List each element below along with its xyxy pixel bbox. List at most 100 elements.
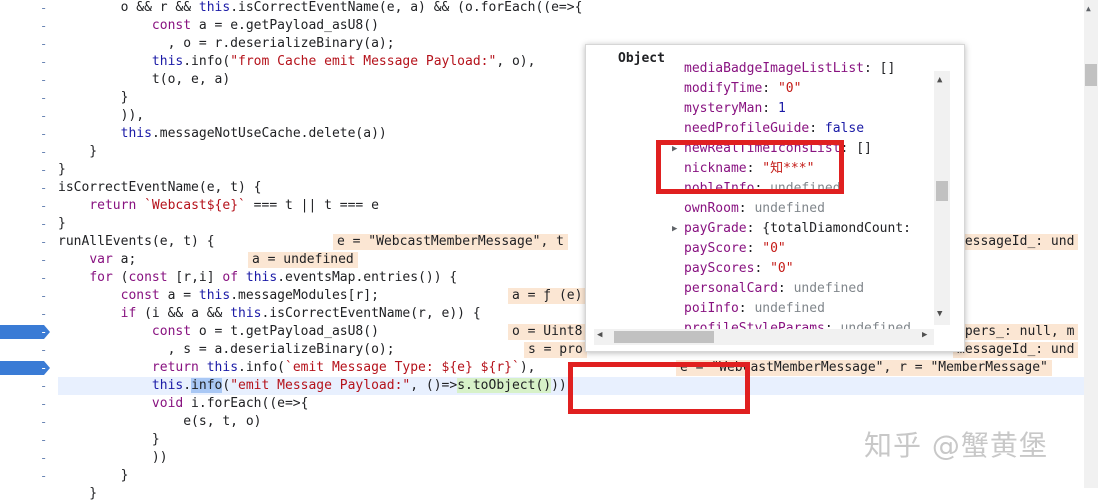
gutter-mark: - (40, 91, 48, 105)
inline-value-annotation: a = undefined (248, 252, 358, 268)
object-property-row[interactable]: ▶ payGrade: {totalDiamondCount: (586, 219, 934, 239)
hovered-expression-highlight: s.toObject() (457, 378, 552, 393)
gutter-line[interactable]: - (0, 0, 56, 17)
popup-vertical-scrollbar[interactable]: ▲ ▼ (934, 71, 950, 325)
gutter-mark: - (40, 55, 48, 69)
gutter-mark: - (40, 451, 48, 465)
gutter-mark: - (40, 343, 48, 357)
property-value: [] (879, 61, 896, 76)
popup-hscroll-thumb[interactable] (614, 331, 714, 343)
gutter-line[interactable]: - (0, 233, 56, 251)
property-key: needProfileGuide: false (684, 121, 865, 136)
object-property-row[interactable]: payScores: "0" (586, 259, 934, 279)
object-property-row[interactable]: mysteryMan: 1 (586, 99, 934, 119)
object-property-row[interactable]: payScore: "0" (586, 239, 934, 259)
gutter-line[interactable]: - (0, 125, 56, 143)
gutter-line[interactable]: - (0, 35, 56, 53)
gutter-mark: - (40, 433, 48, 447)
expand-triangle-icon[interactable]: ▶ (672, 219, 677, 239)
object-property-row[interactable]: personalCard: undefined (586, 279, 934, 299)
gutter-line[interactable]: - (0, 179, 56, 197)
gutter-mark: - (40, 217, 48, 231)
object-property-row[interactable]: modifyTime: "0" (586, 79, 934, 99)
gutter-mark: - (40, 253, 48, 267)
gutter-line[interactable]: - (0, 305, 56, 323)
property-key: payScores: "0" (684, 261, 794, 276)
gutter-line[interactable]: - (0, 251, 56, 269)
property-value: undefined (754, 301, 825, 316)
property-key: mysteryMan: 1 (684, 101, 786, 116)
property-key: personalCard: undefined (684, 281, 865, 296)
gutter-line[interactable]: - (0, 17, 56, 35)
gutter-mark: - (40, 361, 48, 375)
gutter-mark: - (40, 469, 48, 483)
gutter-line[interactable]: - (0, 341, 56, 359)
gutter-mark: - (40, 235, 48, 249)
gutter-line[interactable]: - (0, 359, 56, 377)
gutter-mark: - (40, 127, 48, 141)
gutter-mark: - (40, 307, 48, 321)
gutter-line[interactable]: - (0, 467, 56, 485)
code-line[interactable]: o && r && this.isCorrectEventName(e, a) … (58, 0, 1084, 17)
gutter-line[interactable]: - (0, 197, 56, 215)
inline-value-annotation: a = ƒ (e) (508, 288, 587, 304)
code-line[interactable]: } (58, 467, 1084, 485)
popup-scroll-left-icon[interactable]: ◀ (597, 330, 602, 340)
popup-scroll-up-icon[interactable]: ▲ (937, 75, 942, 85)
property-value: "0" (770, 261, 794, 276)
gutter-line[interactable]: - (0, 377, 56, 395)
property-value: undefined (754, 201, 825, 216)
scroll-up-arrow-icon[interactable]: ▲ (1086, 4, 1091, 13)
popup-scroll-thumb[interactable] (936, 181, 948, 201)
object-property-row[interactable]: needProfileGuide: false (586, 119, 934, 139)
editor-scroll-thumb[interactable] (1085, 64, 1097, 86)
gutter-mark: - (40, 145, 48, 159)
gutter-line[interactable]: - (0, 395, 56, 413)
gutter-mark: - (40, 199, 48, 213)
gutter-line[interactable]: - (0, 287, 56, 305)
gutter-line[interactable]: - (0, 431, 56, 449)
inline-value-annotation: o = Uint8 (508, 324, 587, 340)
gutter-mark: - (40, 271, 48, 285)
gutter-mark: - (40, 415, 48, 429)
gutter-line[interactable]: - (0, 449, 56, 467)
property-key: mediaBadgeImageListList: [] (684, 61, 896, 76)
gutter-line[interactable]: - (0, 89, 56, 107)
line-gutter: - - - - - - - - - - - - - - - - - - - - - - - - - - - (0, 0, 56, 488)
popup-scroll-right-icon[interactable]: ▶ (922, 330, 927, 340)
object-property-row[interactable]: poiInfo: undefined (586, 299, 934, 319)
popup-horizontal-scrollbar[interactable]: ◀ ▶ (594, 329, 934, 345)
inline-value-annotation: ppers_: null, m (953, 324, 1079, 340)
object-property-row[interactable]: mediaBadgeImageListList: [] (586, 59, 934, 79)
inline-value-annotation: messageId_: und (953, 342, 1079, 358)
property-value: undefined (793, 281, 865, 296)
gutter-line[interactable]: - (0, 143, 56, 161)
nickname-highlight-box (656, 140, 844, 194)
gutter-mark: - (40, 109, 48, 123)
gutter-line[interactable]: - (0, 269, 56, 287)
gutter-line[interactable]: - (0, 215, 56, 233)
gutter-line[interactable]: - (0, 107, 56, 125)
property-key: modifyTime: "0" (684, 81, 802, 96)
object-preview-popup[interactable]: Object mediaBadgeImageListList: [] modify… (585, 44, 965, 352)
gutter-mark: - (40, 181, 48, 195)
gutter-line[interactable]: - (0, 71, 56, 89)
gutter-mark: - (40, 289, 48, 303)
property-key: payScore: "0" (684, 241, 786, 256)
popup-scroll-down-icon[interactable]: ▼ (937, 309, 942, 319)
property-value: 1 (777, 101, 786, 116)
gutter-mark: - (40, 397, 48, 411)
inline-value-annotation: e = "WebcastMemberMessage", t (333, 234, 568, 250)
gutter-line[interactable]: - (0, 161, 56, 179)
property-key: payGrade: {totalDiamondCount: (684, 221, 911, 236)
property-key: ownRoom: undefined (684, 201, 825, 216)
gutter-line[interactable]: - (0, 323, 56, 341)
editor-vertical-scrollbar[interactable]: ▲ (1084, 0, 1098, 488)
property-value: {totalDiamondCount: (762, 221, 911, 236)
object-property-row[interactable]: ownRoom: undefined (586, 199, 934, 219)
gutter-mark: - (40, 19, 48, 33)
code-line[interactable]: const a = e.getPayload_asU8() (58, 17, 1084, 35)
gutter-line[interactable]: - (0, 413, 56, 431)
gutter-line[interactable]: - (0, 53, 56, 71)
inline-value-annotation: messageId_: und (953, 234, 1079, 250)
